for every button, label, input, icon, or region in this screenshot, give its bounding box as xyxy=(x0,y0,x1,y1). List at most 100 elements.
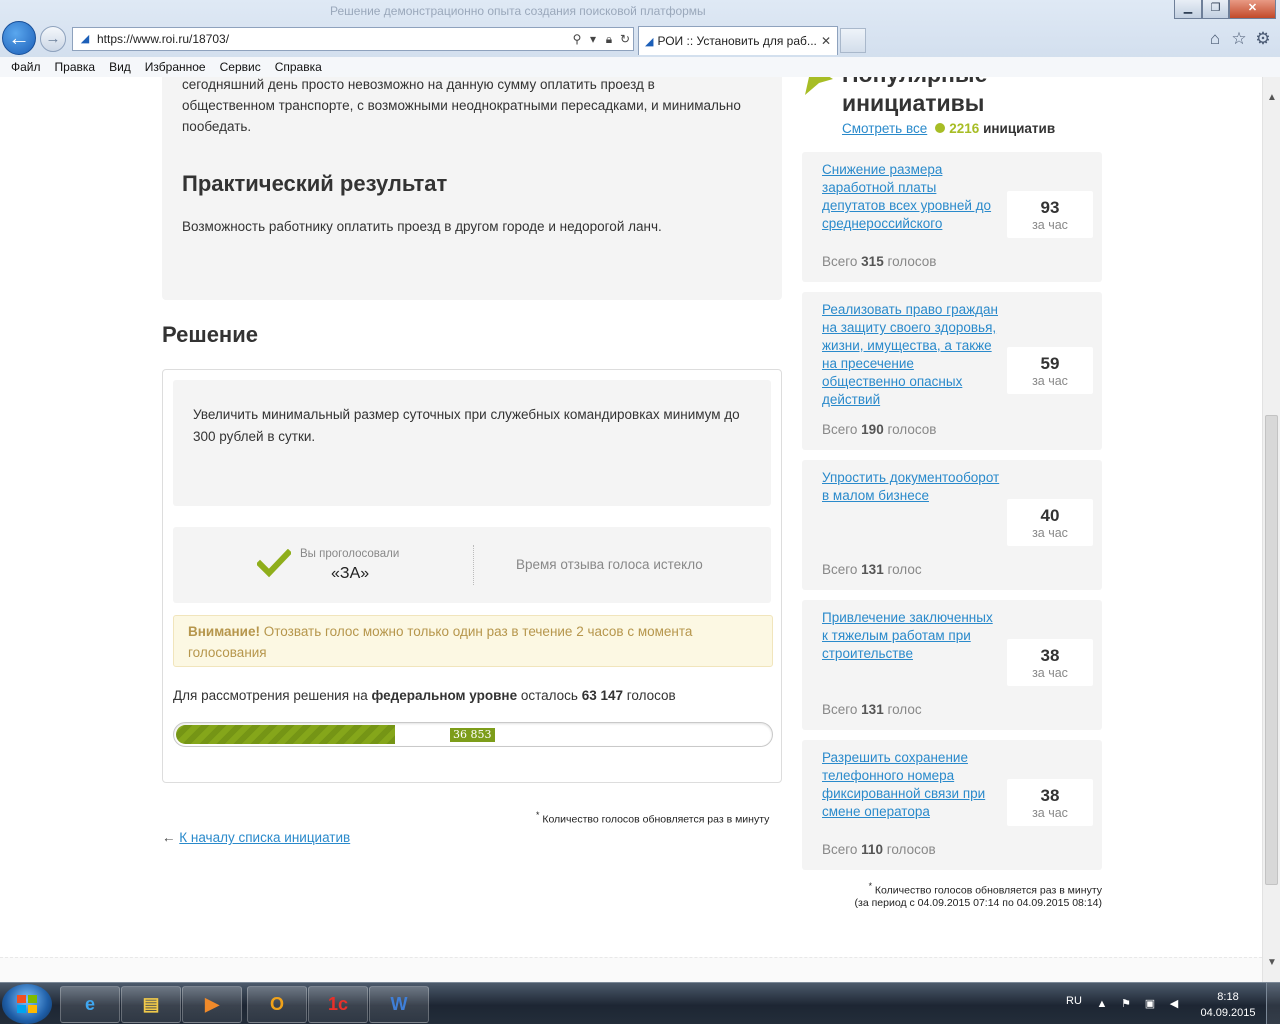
menu-file[interactable]: Файл xyxy=(11,60,41,74)
initiative-score: 59 за час xyxy=(1007,347,1093,394)
scroll-up-icon[interactable]: ▲ xyxy=(1263,89,1280,107)
status-dot-icon xyxy=(935,123,946,133)
show-desktop-button[interactable] xyxy=(1266,983,1280,1024)
initiative-card: Разрешить сохранение телефонного номера … xyxy=(802,740,1102,870)
votes-per-hour: 40 xyxy=(1040,506,1060,525)
internet-explorer-icon[interactable]: e xyxy=(60,986,120,1023)
initiative-card: Снижение размера заработной платы депута… xyxy=(802,152,1102,282)
total-prefix: Всего xyxy=(822,702,858,717)
1c-icon[interactable]: 1c xyxy=(308,986,368,1023)
menu-view[interactable]: Вид xyxy=(109,60,131,74)
initiative-card: Реализовать право граждан на защиту свое… xyxy=(802,292,1102,450)
initiative-link[interactable]: Привлечение заключенных к тяжелым работа… xyxy=(822,609,1000,663)
menu-favorites[interactable]: Избранное xyxy=(145,60,206,74)
intro-text: сегодняшний день просто невозможно на да… xyxy=(182,77,741,134)
back-button[interactable]: ← xyxy=(2,21,36,55)
initiative-card: Упростить документооборот в малом бизнес… xyxy=(802,460,1102,590)
total-votes: 315 xyxy=(861,254,884,269)
federal-level-text: Для рассмотрения решения на федеральном … xyxy=(173,688,676,703)
settings-gear-icon[interactable]: ⚙ xyxy=(1253,29,1273,49)
browser-tab[interactable]: ◢ РОИ :: Установить для раб... ✕ xyxy=(638,26,838,55)
refresh-icon[interactable]: ↻ xyxy=(617,32,633,46)
browser-chrome: Решение демонстрационно опыта создания п… xyxy=(0,0,1280,77)
back-to-list-link[interactable]: ← К началу списка инициатив xyxy=(162,830,350,845)
tab-close-icon[interactable]: ✕ xyxy=(821,34,831,48)
votes-per-hour: 38 xyxy=(1040,646,1060,665)
checkmark-icon xyxy=(257,549,291,578)
initiative-total: Всего 131 голос xyxy=(822,562,922,577)
address-bar[interactable]: ◢ https://www.roi.ru/18703/ ⚲ ▾ 🔒︎ ↻ xyxy=(72,27,634,51)
dropdown-icon[interactable]: ▾ xyxy=(585,32,601,46)
page-footer-edge xyxy=(0,957,1262,982)
update-note-text: Количество голосов обновляется раз в мин… xyxy=(542,813,770,826)
action-center-icon[interactable]: ⚑ xyxy=(1118,996,1134,1012)
media-player-icon[interactable]: ▶ xyxy=(182,986,242,1023)
tab-favicon-icon: ◢ xyxy=(645,35,654,48)
arrow-left-icon: ← xyxy=(8,25,30,50)
language-indicator[interactable]: RU xyxy=(1066,995,1082,1007)
vertical-scrollbar[interactable]: ▲ ▼ xyxy=(1262,77,1280,982)
menu-tools[interactable]: Сервис xyxy=(220,60,261,74)
initiative-link[interactable]: Реализовать право граждан на защиту свое… xyxy=(822,301,1000,409)
sidebar-note-line2: (за период с 04.09.2015 07:14 по 04.09.2… xyxy=(854,896,1102,909)
close-window-button[interactable]: ✕ xyxy=(1229,0,1276,19)
volume-muted-icon[interactable]: ◀ xyxy=(1166,996,1182,1012)
scrollbar-thumb[interactable] xyxy=(1265,415,1278,885)
votes-remaining: 63 147 xyxy=(581,688,623,703)
home-icon[interactable]: ⌂ xyxy=(1205,29,1225,49)
clock-date: 04.09.2015 xyxy=(1200,1007,1256,1019)
new-tab-button[interactable] xyxy=(840,28,866,53)
warning-title: Внимание! xyxy=(188,624,260,639)
file-explorer-icon[interactable]: ▤ xyxy=(121,986,181,1023)
votes-per-hour: 93 xyxy=(1040,198,1060,217)
initiative-score: 38 за час xyxy=(1007,639,1093,686)
initiative-link[interactable]: Упростить документооборот в малом бизнес… xyxy=(822,469,1000,505)
search-icon[interactable]: ⚲ xyxy=(569,32,585,46)
warning-text: Отозвать голос можно только один раз в т… xyxy=(188,624,693,660)
page-content: сегодняшний день просто невозможно на да… xyxy=(0,77,1262,982)
lock-icon[interactable]: 🔒︎ xyxy=(601,32,617,47)
menu-help[interactable]: Справка xyxy=(275,60,322,74)
scroll-down-icon[interactable]: ▼ xyxy=(1263,954,1280,972)
network-icon[interactable]: ▣ xyxy=(1142,996,1158,1012)
see-all-link[interactable]: Смотреть все xyxy=(842,121,927,136)
system-clock[interactable]: 8:18 04.09.2015 xyxy=(1196,989,1260,1021)
tray-expand-icon[interactable]: ▲ xyxy=(1094,996,1110,1012)
decision-text: Увеличить минимальный размер суточных пр… xyxy=(193,407,740,444)
windows-logo-icon xyxy=(17,995,37,1013)
initiative-link[interactable]: Снижение размера заработной платы депута… xyxy=(822,161,1000,233)
per-hour-label: за час xyxy=(1032,666,1068,680)
initiative-total: Всего 131 голос xyxy=(822,702,922,717)
progress-fill xyxy=(176,725,395,744)
total-word: голос xyxy=(887,562,922,577)
progress-label: 36 853 xyxy=(450,728,495,742)
favorites-star-icon[interactable]: ☆ xyxy=(1229,29,1249,49)
sidebar-update-note: * Количество голосов обновляется раз в м… xyxy=(840,880,1102,909)
votes-per-hour: 59 xyxy=(1040,354,1060,373)
practical-result-heading: Практический результат xyxy=(182,171,448,196)
start-button[interactable] xyxy=(2,984,52,1024)
initiative-link[interactable]: Разрешить сохранение телефонного номера … xyxy=(822,749,1000,821)
popular-initiatives-title: Популярные инициативы xyxy=(842,77,987,116)
total-word: голосов xyxy=(886,842,936,857)
votes-progress-bar: 36 853 xyxy=(173,722,773,747)
federal-suffix: голосов xyxy=(623,688,676,703)
back-to-list-label[interactable]: К началу списка инициатив xyxy=(179,830,350,845)
address-url[interactable]: https://www.roi.ru/18703/ xyxy=(97,32,569,46)
per-hour-label: за час xyxy=(1032,374,1068,388)
decision-text-panel: Увеличить минимальный размер суточных пр… xyxy=(173,380,771,506)
voted-label: Вы проголосовали xyxy=(300,548,400,560)
initiative-card: Привлечение заключенных к тяжелым работа… xyxy=(802,600,1102,730)
initiative-total: Всего 315 голосов xyxy=(822,254,936,269)
minimize-button[interactable]: ▁ xyxy=(1174,0,1202,19)
revoke-expired-text: Время отзыва голоса истекло xyxy=(516,557,703,572)
menu-edit[interactable]: Правка xyxy=(55,60,96,74)
maximize-button[interactable]: ❐ xyxy=(1202,0,1229,19)
total-word: голос xyxy=(887,702,922,717)
word-icon[interactable]: W xyxy=(369,986,429,1023)
forward-button[interactable]: → xyxy=(40,26,66,52)
warning-box: Внимание! Отозвать голос можно только од… xyxy=(173,615,773,667)
total-votes: 110 xyxy=(861,842,883,857)
total-votes: 131 xyxy=(861,562,884,577)
outlook-icon[interactable]: O xyxy=(247,986,307,1023)
